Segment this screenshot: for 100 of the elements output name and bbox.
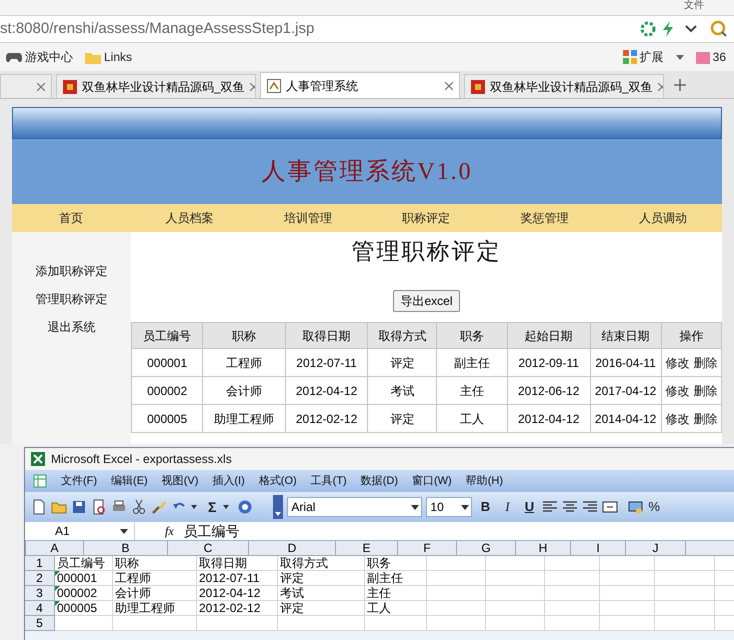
merge-cells-icon[interactable] (602, 499, 618, 515)
nav-link[interactable]: 职称评定 (366, 209, 486, 227)
print-preview-icon[interactable] (91, 499, 107, 515)
gift-icon (696, 50, 710, 64)
menu-item[interactable]: 插入(I) (212, 472, 245, 490)
sheet-cell: 主任 (365, 586, 427, 601)
menu-item[interactable]: 窗口(W) (412, 472, 452, 490)
action-link[interactable]: 删除 (693, 410, 718, 428)
chevron-down-icon[interactable] (684, 24, 698, 34)
action-link[interactable]: 修改 (665, 354, 690, 372)
extensions-button[interactable]: 扩展 (622, 48, 664, 66)
table-cell: 2012-02-12 (285, 404, 368, 432)
format-button[interactable]: U (520, 497, 538, 517)
empty-cell (486, 601, 545, 616)
sidebar-link[interactable]: 添加职称评定 (36, 262, 108, 280)
action-link[interactable]: 删除 (693, 382, 718, 400)
action-link[interactable]: 修改 (665, 410, 690, 428)
window-title: Microsoft Excel - exportassess.xls (51, 451, 232, 468)
empty-cell (427, 586, 486, 601)
scissors-icon[interactable] (131, 499, 147, 515)
bookmark-link[interactable]: 游戏中心 (6, 48, 73, 66)
search-icon[interactable] (710, 20, 728, 38)
font-size-dropdown[interactable]: 10 (426, 497, 472, 517)
export-button[interactable]: 导出excel (393, 290, 460, 312)
caret-icon (411, 504, 422, 510)
excel-icon (31, 452, 45, 466)
nav-link[interactable]: 人员调动 (604, 209, 722, 227)
empty-cell (600, 556, 655, 571)
font-size: 10 (430, 499, 445, 516)
plus-icon[interactable] (674, 79, 686, 91)
tab-favicon-icon (63, 80, 77, 94)
lightning-icon[interactable] (662, 21, 674, 37)
sidebar-link[interactable]: 管理职称评定 (36, 290, 108, 308)
tab-title: 双鱼林毕业设计精品源码_双鱼 (490, 78, 653, 96)
menu-item[interactable]: 文件(F) (61, 472, 98, 490)
name-box[interactable]: A1 (25, 522, 135, 540)
formula-field[interactable]: 员工编号 (184, 522, 734, 540)
table-cell: 副主任 (436, 348, 508, 376)
menu-item[interactable]: 视图(V) (162, 472, 198, 490)
help-icon[interactable] (237, 499, 254, 515)
column-header: I (571, 541, 626, 556)
percent-button[interactable]: % (648, 497, 660, 517)
sidebar-link[interactable]: 退出系统 (48, 318, 96, 336)
toolbar-options-icon[interactable] (273, 495, 284, 519)
column-header: 操作 (661, 322, 722, 348)
empty-cell (600, 571, 655, 586)
font-name: Arial (291, 499, 316, 516)
empty-cell (655, 601, 715, 616)
menu-item[interactable]: 格式(O) (258, 472, 297, 490)
column-header: J (626, 541, 686, 556)
nav-link[interactable]: 人员档案 (130, 209, 249, 227)
column-header: 取得方式 (368, 322, 437, 348)
sheet-cell: 2012-07-11 (197, 571, 278, 586)
nav-link[interactable]: 首页 (12, 209, 130, 227)
brush-icon[interactable] (151, 499, 167, 515)
menu-item[interactable]: 数据(D) (360, 472, 398, 490)
format-button[interactable]: I (498, 497, 516, 517)
tab-title: 双鱼林毕业设计精品源码_双鱼 (82, 78, 245, 96)
sheet-cell: 取得日期 (197, 556, 278, 571)
column-header: 员工编号 (132, 322, 203, 348)
sheet-cell: 助理工程师 (113, 601, 197, 616)
table-cell: 2014-04-12 (590, 404, 662, 432)
font-dropdown[interactable]: Arial (287, 497, 422, 517)
browser-tab[interactable]: 双鱼林毕业设计精品源码_双鱼 (464, 74, 664, 98)
table-cell: 2012-04-12 (507, 404, 590, 432)
workbook-icon[interactable] (33, 474, 47, 488)
column-header: 取得日期 (285, 322, 368, 348)
menu-item[interactable]: 帮助(H) (466, 472, 503, 490)
action-link[interactable]: 删除 (693, 354, 718, 372)
empty-cell (486, 616, 545, 631)
caret-icon[interactable] (191, 505, 197, 509)
browser-tab[interactable]: 人事管理系统 (260, 72, 460, 98)
caret-icon[interactable] (223, 505, 230, 509)
row-header: 2 (25, 571, 55, 586)
table-cell: 000005 (132, 404, 203, 432)
nav-link[interactable]: 培训管理 (248, 209, 367, 227)
sum-button[interactable]: Σ (205, 496, 220, 518)
table-cell: 工人 (436, 404, 508, 432)
close-icon[interactable] (445, 82, 453, 90)
close-icon[interactable] (37, 82, 45, 90)
table-cell: 2016-04-11 (590, 348, 662, 376)
function-label: fx (165, 523, 174, 540)
empty-cell (655, 556, 715, 571)
empty-cell (486, 571, 545, 586)
menu-item[interactable]: 工具(T) (310, 472, 347, 490)
nav-link[interactable]: 奖惩管理 (485, 209, 604, 227)
tab-favicon-icon (471, 80, 485, 94)
save-icon[interactable] (71, 499, 87, 515)
bookmark-link[interactable]: Links (85, 48, 132, 66)
bookmark-link[interactable]: 36 (696, 48, 726, 66)
action-link[interactable]: 修改 (665, 382, 690, 400)
empty-cell (427, 616, 486, 631)
format-button[interactable]: B (476, 497, 494, 517)
empty-cell (486, 556, 545, 571)
new-file-icon[interactable] (31, 499, 47, 515)
sheet-cell: 000001 (55, 571, 113, 586)
menu-item[interactable]: 编辑(E) (111, 472, 148, 490)
caret-icon[interactable] (676, 54, 684, 60)
table-cell: 助理工程师 (202, 404, 286, 432)
browser-tab[interactable]: 双鱼林毕业设计精品源码_双鱼 (56, 74, 256, 98)
